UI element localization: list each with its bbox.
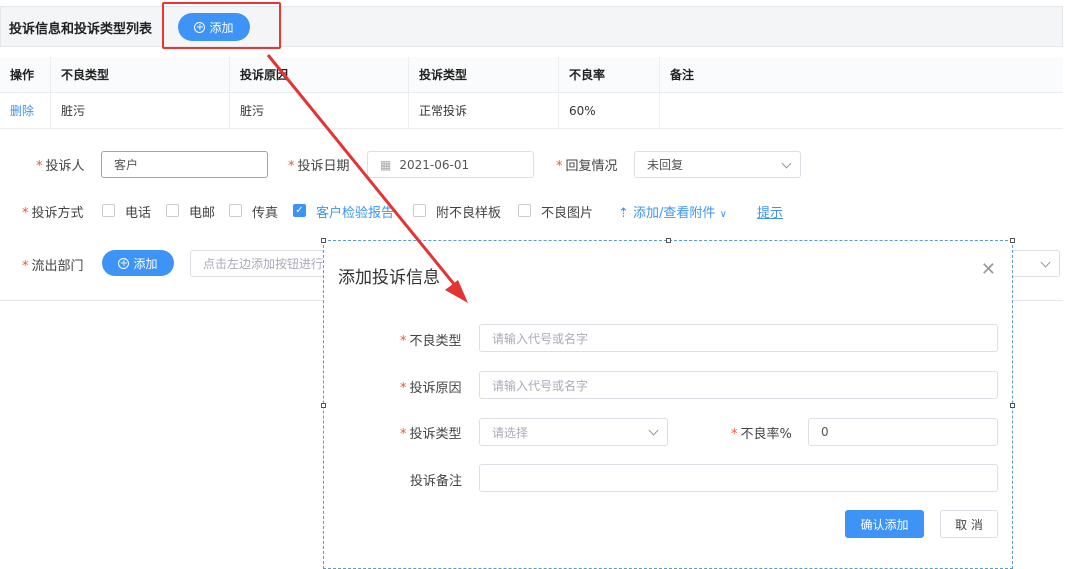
cell-complaint-type: 正常投诉: [409, 93, 559, 128]
checkbox-email[interactable]: [166, 204, 179, 217]
date-label: * 投诉日期: [288, 159, 350, 174]
checkbox-sample-label: 附不良样板: [436, 206, 502, 221]
checkbox-phone-label: 电话: [125, 206, 152, 221]
complainant-label: * 投诉人: [36, 159, 85, 174]
list-title: 投诉信息和投诉类型列表: [9, 22, 153, 37]
table-row: 删除 脏污 脏污 正常投诉 60%: [0, 93, 1063, 129]
dialog-title: 添加投诉信息: [338, 268, 440, 288]
checkbox-fax-label: 传真: [252, 206, 279, 221]
attachment-link[interactable]: ⇡ 添加/查看附件 ∨: [618, 202, 727, 221]
resize-handle[interactable]: [666, 238, 671, 243]
confirm-add-button[interactable]: 确认添加: [845, 510, 924, 538]
checkbox-email-label: 电邮: [189, 206, 216, 221]
calendar-icon: ▦: [380, 157, 392, 172]
complaint-table: 操作 不良类型 投诉原因 投诉类型 不良率 备注 删除 脏污 脏污 正常投诉 6…: [0, 57, 1063, 129]
rate-input[interactable]: 0: [808, 418, 998, 446]
resize-handle[interactable]: [1010, 403, 1015, 408]
chevron-down-icon: ∨: [719, 209, 727, 220]
upload-icon: ⇡: [618, 206, 629, 221]
delete-link[interactable]: 删除: [0, 93, 51, 128]
checkbox-phone[interactable]: [102, 204, 115, 217]
dialog-note-label: 投诉备注: [410, 474, 463, 489]
type-select[interactable]: 请选择: [479, 418, 668, 446]
cell-rate: 60%: [559, 93, 660, 128]
col-defect-type: 不良类型: [51, 57, 230, 92]
reply-select[interactable]: 未回复: [634, 151, 801, 178]
chevron-down-icon: [648, 425, 659, 436]
plus-circle-icon: +: [118, 257, 130, 269]
dept-label: * 流出部门: [22, 259, 84, 274]
cell-defect-type: 脏污: [51, 93, 230, 128]
col-complaint-type: 投诉类型: [409, 57, 559, 92]
checkbox-sample[interactable]: [413, 204, 426, 217]
chevron-down-icon: [1040, 257, 1051, 268]
method-label: * 投诉方式: [22, 206, 84, 221]
dialog-defect-type-label: * 不良类型: [400, 334, 462, 349]
close-icon[interactable]: ✕: [981, 259, 996, 280]
table-header-row: 操作 不良类型 投诉原因 投诉类型 不良率 备注: [0, 57, 1063, 93]
dialog-type-label: * 投诉类型: [400, 427, 462, 442]
cell-reason: 脏污: [230, 93, 409, 128]
dialog-reason-label: * 投诉原因: [400, 381, 462, 396]
note-input[interactable]: [479, 464, 998, 492]
col-action: 操作: [0, 57, 51, 92]
reason-input[interactable]: 请输入代号或名字: [479, 371, 998, 399]
checkbox-report[interactable]: ✓: [293, 204, 306, 217]
list-header: 投诉信息和投诉类型列表 + 添加: [0, 6, 1063, 47]
resize-handle[interactable]: [321, 238, 326, 243]
date-picker[interactable]: ▦ 2021-06-01: [367, 151, 534, 178]
checkbox-image[interactable]: [518, 204, 531, 217]
cancel-button[interactable]: 取 消: [940, 510, 998, 538]
checkbox-image-label: 不良图片: [541, 206, 594, 221]
defect-type-input[interactable]: 请输入代号或名字: [479, 324, 998, 352]
cell-note: [660, 93, 1063, 128]
reply-label: * 回复情况: [556, 159, 618, 174]
add-dept-button[interactable]: + 添加: [102, 250, 174, 276]
chevron-down-icon: [781, 158, 792, 169]
resize-handle[interactable]: [321, 403, 326, 408]
complainant-input[interactable]: 客户: [101, 151, 268, 178]
col-rate: 不良率: [559, 57, 660, 92]
add-complaint-dialog: 添加投诉信息 ✕ * 不良类型 请输入代号或名字 * 投诉原因 请输入代号或名字 *…: [321, 238, 1015, 569]
check-icon: ✓: [295, 205, 304, 216]
checkbox-report-label: 客户检验报告: [316, 206, 395, 221]
col-note: 备注: [670, 68, 695, 82]
hint-link[interactable]: 提示: [757, 202, 783, 221]
resize-handle[interactable]: [1010, 238, 1015, 243]
col-reason: 投诉原因: [230, 57, 409, 92]
dialog-rate-label: * 不良率%: [731, 427, 792, 442]
checkbox-fax[interactable]: [229, 204, 242, 217]
highlight-box: [162, 2, 281, 49]
